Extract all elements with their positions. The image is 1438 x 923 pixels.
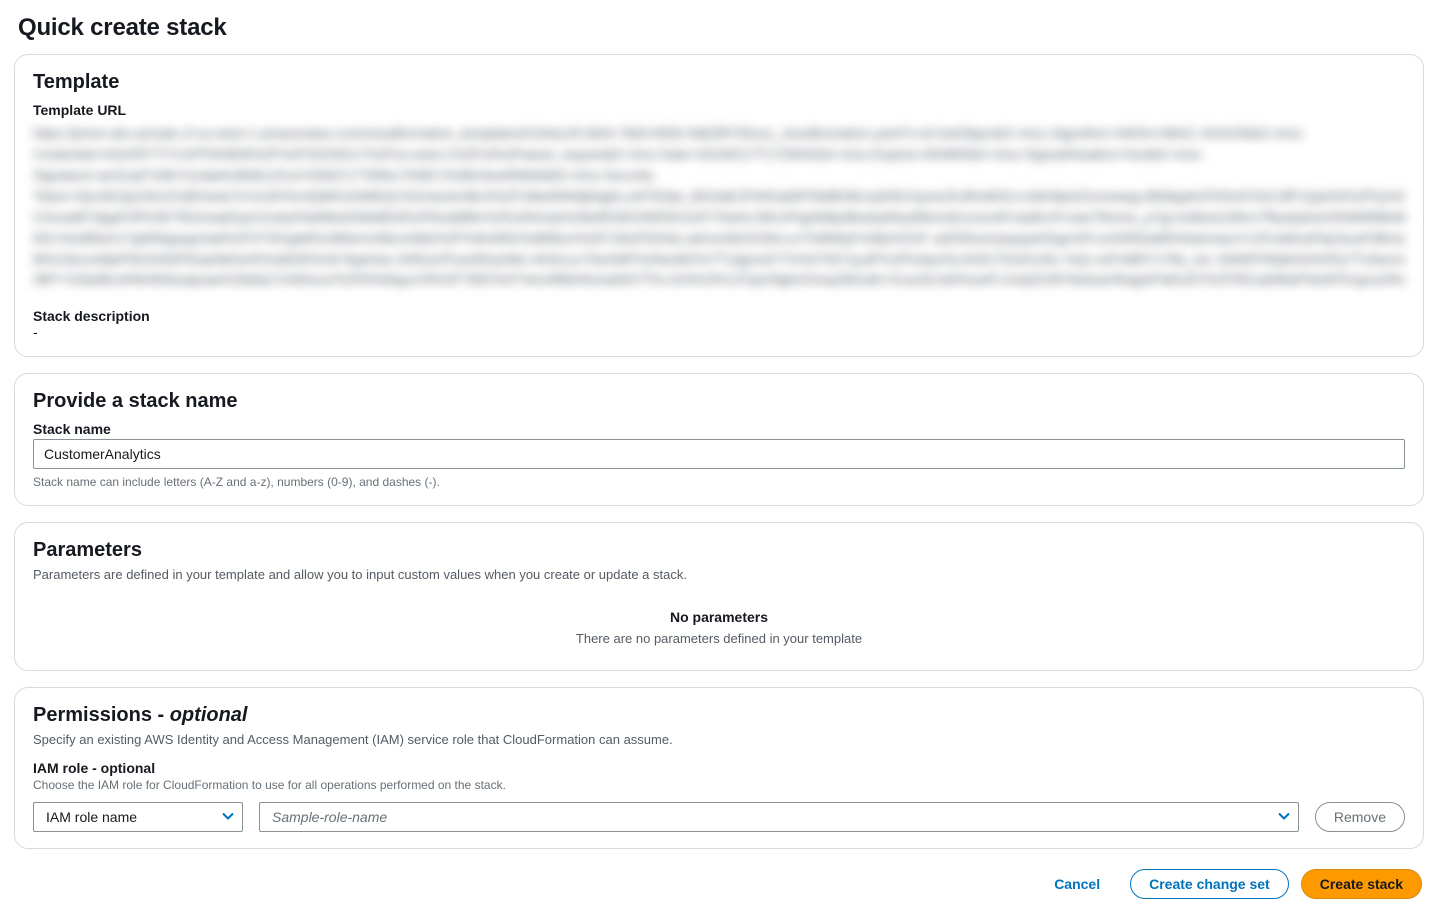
create-stack-button[interactable]: Create stack <box>1301 869 1422 899</box>
permissions-heading-optional: optional <box>170 704 248 726</box>
permissions-heading: Permissions - optional <box>33 704 1405 727</box>
stack-name-hint: Stack name can include letters (A-Z and … <box>33 475 1405 489</box>
caret-down-icon <box>222 809 234 825</box>
footer-actions: Cancel Create change set Create stack <box>14 865 1424 903</box>
template-url-blurred: https://prism-dev-private-cf-us-west-1.a… <box>33 124 1405 294</box>
sample-role-select[interactable]: Sample-role-name <box>259 802 1299 832</box>
stack-name-input[interactable] <box>33 439 1405 469</box>
caret-down-icon <box>1278 809 1290 825</box>
stack-name-panel: Provide a stack name Stack name Stack na… <box>14 373 1424 506</box>
stack-name-label: Stack name <box>33 421 1405 437</box>
template-url-label: Template URL <box>33 102 1405 118</box>
parameters-panel: Parameters Parameters are defined in you… <box>14 522 1424 671</box>
create-change-set-button[interactable]: Create change set <box>1130 869 1289 899</box>
stack-name-heading: Provide a stack name <box>33 390 1405 413</box>
sample-role-placeholder: Sample-role-name <box>272 809 387 825</box>
parameters-heading: Parameters <box>33 539 1405 562</box>
template-heading: Template <box>33 71 1405 94</box>
page-title: Quick create stack <box>18 14 1424 42</box>
permissions-panel: Permissions - optional Specify an existi… <box>14 687 1424 849</box>
iam-role-hint: Choose the IAM role for CloudFormation t… <box>33 778 1405 792</box>
iam-role-select[interactable]: IAM role name <box>33 802 243 832</box>
no-parameters-title: No parameters <box>33 609 1405 625</box>
stack-description-value: - <box>33 324 1405 340</box>
permissions-sub: Specify an existing AWS Identity and Acc… <box>33 731 1405 750</box>
cancel-button[interactable]: Cancel <box>1036 869 1118 899</box>
permissions-heading-main: Permissions - <box>33 704 170 726</box>
iam-role-select-value: IAM role name <box>46 809 137 825</box>
parameters-sub: Parameters are defined in your template … <box>33 566 1405 585</box>
remove-button[interactable]: Remove <box>1315 802 1405 832</box>
iam-role-label: IAM role - optional <box>33 760 1405 776</box>
template-panel: Template Template URL https://prism-dev-… <box>14 54 1424 357</box>
no-parameters-sub: There are no parameters defined in your … <box>33 631 1405 646</box>
stack-description-label: Stack description <box>33 308 1405 324</box>
